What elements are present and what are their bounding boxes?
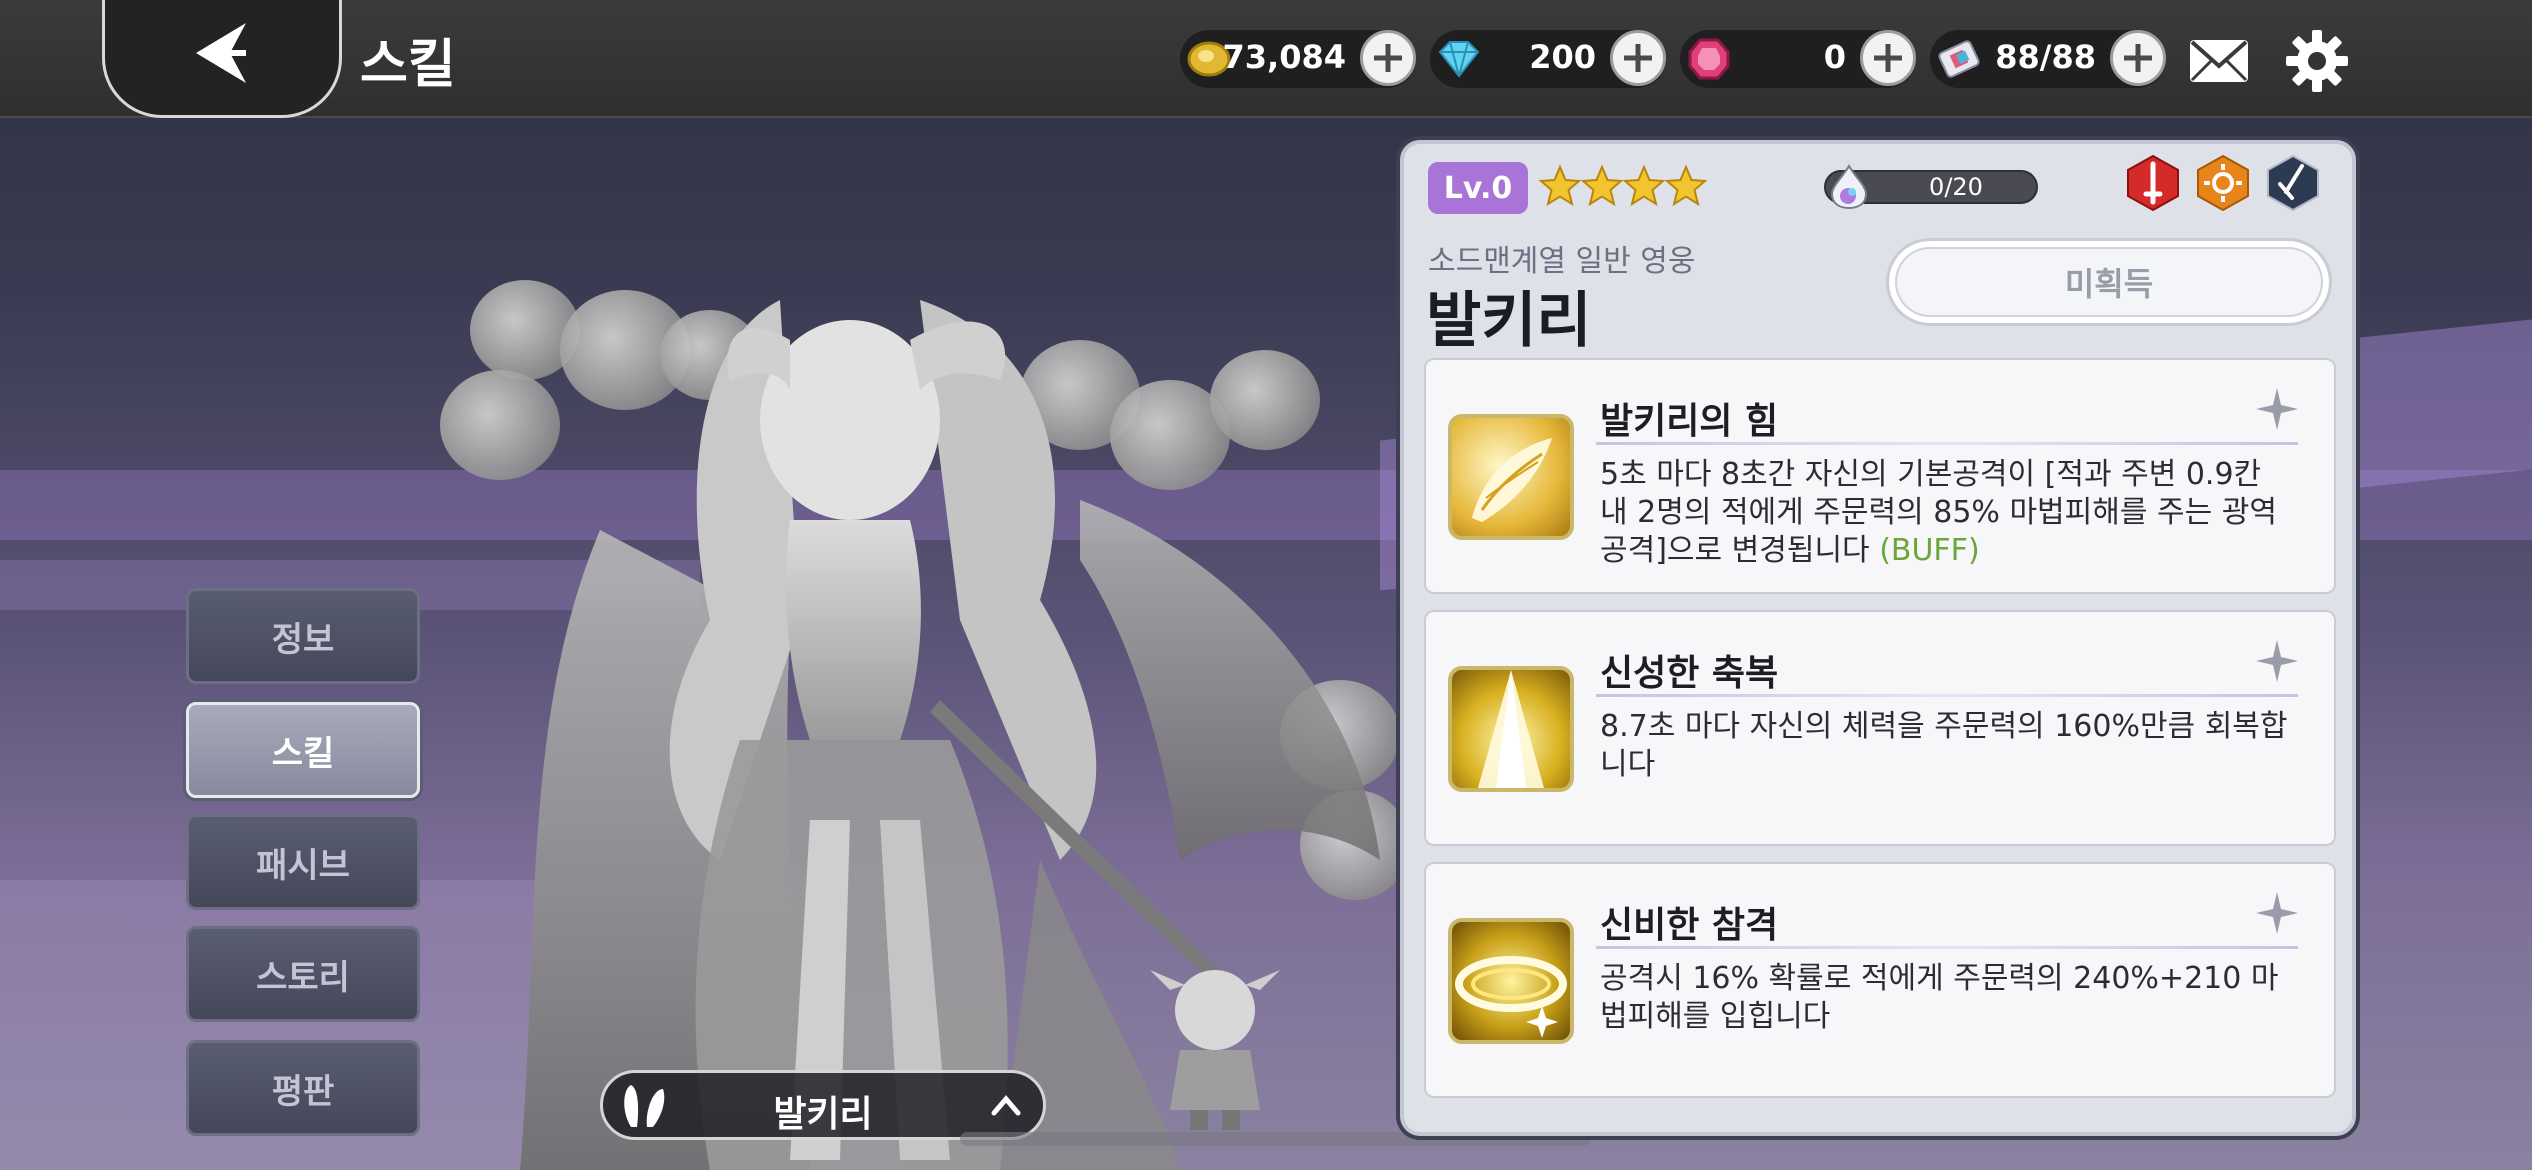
- add-ticket-button[interactable]: [2110, 30, 2166, 86]
- dagger-type-icon: [2267, 154, 2319, 212]
- menu-tab-info[interactable]: 정보: [186, 588, 420, 684]
- divider: [1596, 946, 2298, 949]
- skill-title: 신비한 참격: [1600, 905, 1779, 946]
- skill-description: 8.7초 마다 자신의 체력을 주문력의 160%만큼 회복합니다: [1600, 709, 2288, 782]
- star-icon: [1538, 164, 1582, 207]
- divider: [1596, 694, 2298, 697]
- menu-tab-story[interactable]: 스토리: [186, 926, 420, 1022]
- ticket-amount: 88/88: [1995, 38, 2096, 76]
- ruby-amount: 0: [1823, 38, 1846, 76]
- skill-card[interactable]: 신비한 참격 공격시 16% 확률로 적에게 주문력의 240%+210 마법피…: [1424, 862, 2336, 1098]
- chevron-up-icon: [991, 1095, 1021, 1116]
- star-icon: [1622, 164, 1666, 207]
- soul-stone-progress-bar: 0/20: [1824, 164, 2038, 210]
- add-diamond-button[interactable]: [1610, 30, 1666, 86]
- level-badge: Lv.0: [1428, 162, 1528, 214]
- star-icon: [1664, 164, 1708, 207]
- menu-tab-passive[interactable]: 패시브: [186, 814, 420, 910]
- sword-class-icon: [2127, 154, 2179, 212]
- diamond-amount: 200: [1529, 38, 1596, 76]
- gold-amount: 73,084: [1222, 38, 1346, 76]
- ticket-icon: [1938, 40, 1980, 78]
- add-ruby-button[interactable]: [1860, 30, 1916, 86]
- gear-icon[interactable]: [2284, 28, 2350, 94]
- menu-tab-reputation[interactable]: 평판: [186, 1040, 420, 1136]
- hero-name: 발키리: [1426, 286, 1592, 356]
- ruby-gem-icon: [1688, 38, 1730, 80]
- hero-selector-dropdown[interactable]: 발키리: [600, 1070, 1046, 1140]
- acquire-status-button[interactable]: 미획득: [1886, 238, 2332, 326]
- sparkle-icon: [2256, 388, 2298, 430]
- skill-card[interactable]: 신성한 축복 8.7초 마다 자신의 체력을 주문력의 160%만큼 회복합니다: [1424, 610, 2336, 846]
- back-button[interactable]: [102, 0, 342, 118]
- ruby-currency: 0: [1680, 30, 1916, 88]
- gold-currency: 73,084: [1180, 30, 1416, 88]
- divider: [1596, 442, 2298, 445]
- star-icon: [1580, 164, 1624, 207]
- menu-tab-skill[interactable]: 스킬: [186, 702, 420, 798]
- sparkle-icon: [2256, 640, 2298, 682]
- soul-stone-icon: [1830, 164, 1868, 210]
- page-title: 스킬: [360, 35, 456, 95]
- soul-stone-count: 0/20: [1929, 173, 1983, 201]
- skill-title: 발키리의 힘: [1600, 401, 1779, 442]
- buff-tag: (BUFF): [1879, 533, 1980, 568]
- add-gold-button[interactable]: [1360, 30, 1416, 86]
- top-bar: 스킬 73,084 200 0 88/88: [0, 0, 2532, 118]
- ticket-currency: 88/88: [1930, 30, 2166, 88]
- mail-icon[interactable]: [2186, 28, 2252, 94]
- sparkle-icon: [2256, 892, 2298, 934]
- selected-hero-name: 발키리: [773, 1094, 873, 1135]
- slash-skill-icon: [1448, 918, 1574, 1044]
- skill-title: 신성한 축복: [1600, 653, 1779, 694]
- skill-card[interactable]: 발키리의 힘 5초 마다 8초간 자신의 기본공격이 [적과 주변 0.9칸 내…: [1424, 358, 2336, 594]
- sun-element-icon: [2197, 154, 2249, 212]
- skill-description: 5초 마다 8초간 자신의 기본공격이 [적과 주변 0.9칸 내 2명의 적에…: [1600, 456, 2296, 570]
- skill-description: 공격시 16% 확률로 적에게 주문력의 240%+210 마법피해를 입힙니다: [1600, 961, 2279, 1034]
- diamond-icon: [1438, 41, 1480, 78]
- back-arrow-icon: [196, 22, 246, 83]
- diamond-currency: 200: [1430, 30, 1666, 88]
- light-beam-skill-icon: [1448, 666, 1574, 792]
- chibi-hero-sprite: [1150, 970, 1280, 1130]
- wing-skill-icon: [1448, 414, 1574, 540]
- skill-panel: Lv.0 0/20 소드맨계열 일반 영웅 발키리 미획득 발키리의 힘 5초 …: [1400, 140, 2356, 1136]
